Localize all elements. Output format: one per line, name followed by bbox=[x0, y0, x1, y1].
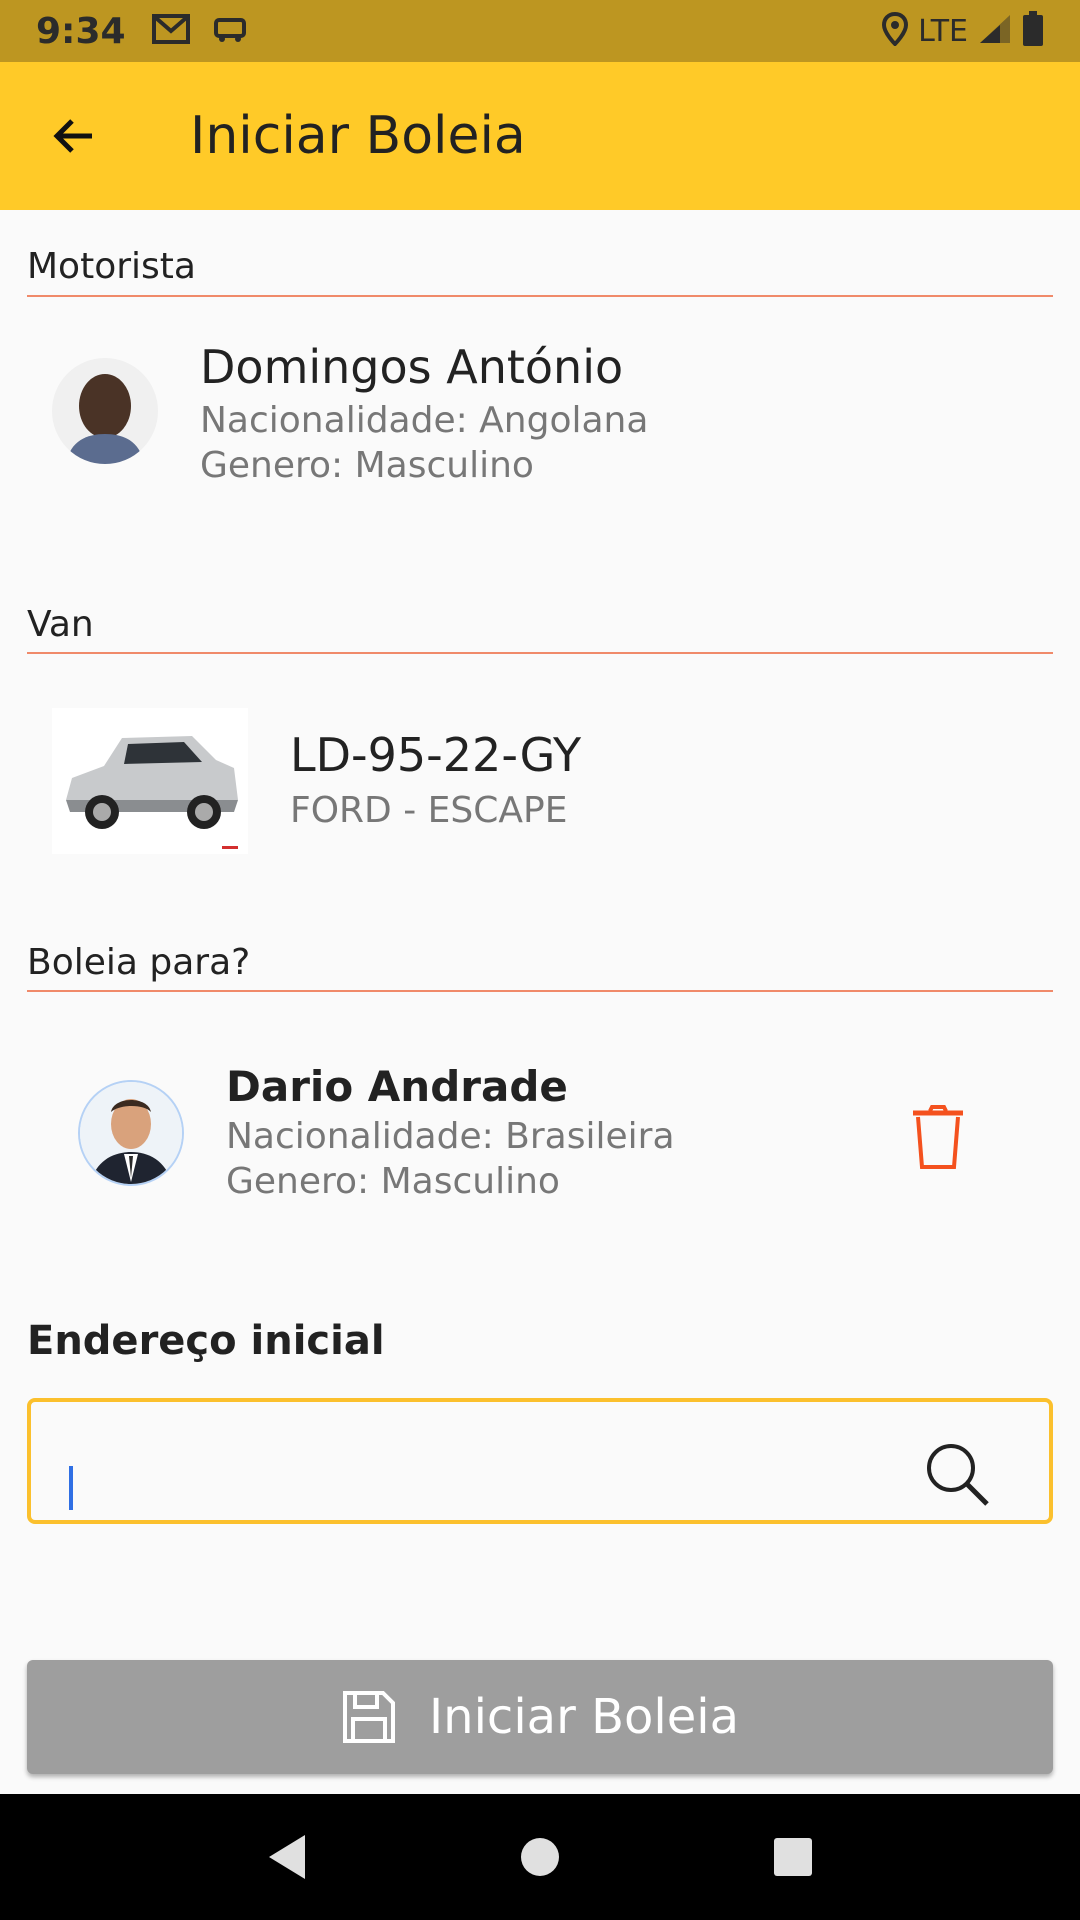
system-nav-bar bbox=[0, 1794, 1080, 1920]
status-time: 9:34 bbox=[36, 10, 126, 52]
passenger-divider bbox=[27, 990, 1053, 992]
address-field[interactable] bbox=[27, 1398, 1053, 1524]
status-bar: 9:34 LTE bbox=[0, 0, 1080, 62]
driver-gender: Genero: Masculino bbox=[200, 445, 534, 486]
remove-passenger-button[interactable] bbox=[900, 1100, 976, 1176]
battery-icon bbox=[1022, 11, 1044, 51]
text-cursor bbox=[69, 1466, 73, 1510]
search-button[interactable] bbox=[921, 1438, 993, 1510]
address-input[interactable] bbox=[77, 1442, 877, 1502]
van-divider bbox=[27, 652, 1053, 654]
recents-square-icon bbox=[774, 1838, 813, 1876]
car-notification-icon bbox=[212, 14, 248, 48]
passenger-nationality: Nacionalidade: Brasileira bbox=[226, 1116, 675, 1157]
nav-home-button[interactable] bbox=[500, 1817, 580, 1897]
arrow-back-icon bbox=[53, 119, 92, 153]
nav-recents-button[interactable] bbox=[753, 1817, 833, 1897]
app-bar: Iniciar Boleia bbox=[0, 62, 1080, 210]
van-image bbox=[52, 708, 248, 854]
address-label: Endereço inicial bbox=[27, 1318, 385, 1364]
back-triangle-icon bbox=[268, 1835, 305, 1879]
save-icon bbox=[343, 1691, 396, 1743]
trash-icon bbox=[913, 1105, 963, 1169]
van-model: FORD - ESCAPE bbox=[290, 790, 568, 831]
driver-section-label: Motorista bbox=[27, 246, 196, 287]
gmail-icon bbox=[151, 14, 190, 48]
start-ride-label: Iniciar Boleia bbox=[429, 1689, 739, 1745]
location-icon bbox=[882, 11, 909, 50]
driver-nationality: Nacionalidade: Angolana bbox=[200, 400, 649, 441]
van-section-label: Van bbox=[27, 604, 94, 645]
nav-back-button[interactable] bbox=[247, 1817, 327, 1897]
network-type: LTE bbox=[918, 13, 968, 49]
home-circle-icon bbox=[520, 1838, 559, 1876]
van-plate: LD-95-22-GY bbox=[290, 728, 582, 782]
back-button[interactable] bbox=[0, 62, 148, 210]
passenger-gender: Genero: Masculino bbox=[226, 1161, 560, 1202]
passenger-name: Dario Andrade bbox=[226, 1062, 568, 1111]
driver-name: Domingos António bbox=[200, 340, 624, 394]
driver-divider bbox=[27, 295, 1053, 297]
signal-icon bbox=[978, 13, 1012, 49]
passenger-avatar bbox=[78, 1080, 184, 1186]
driver-avatar bbox=[52, 358, 158, 464]
search-icon bbox=[927, 1444, 989, 1506]
start-ride-button[interactable]: Iniciar Boleia bbox=[27, 1660, 1053, 1774]
page-title: Iniciar Boleia bbox=[190, 106, 526, 166]
passenger-section-label: Boleia para? bbox=[27, 942, 251, 983]
